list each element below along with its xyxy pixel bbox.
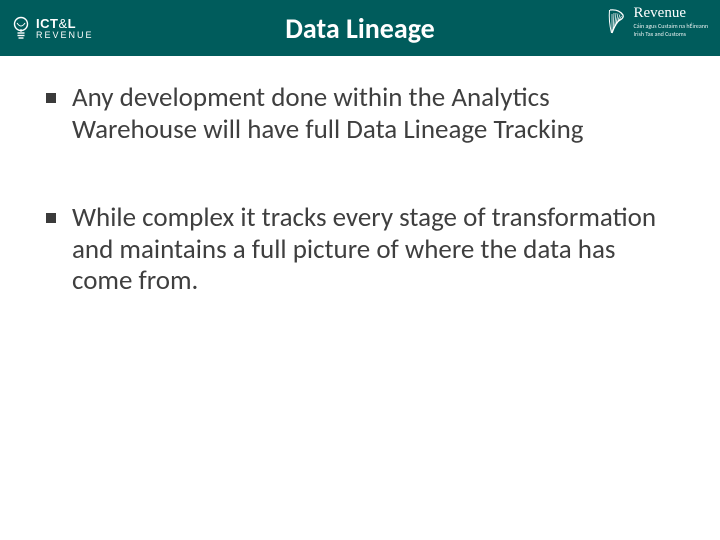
logo-right-text: Revenue Cáin agus Custaim na hÉireann Ir…: [634, 6, 709, 37]
list-item: Any development done within the Analytic…: [44, 82, 676, 146]
content-area: Any development done within the Analytic…: [0, 56, 720, 297]
bullet-list: Any development done within the Analytic…: [44, 82, 676, 297]
harp-icon: [606, 7, 626, 37]
header-bar: ICT&L REVENUE Data Lineage: [0, 0, 720, 56]
logo-right-sub2: Irish Tax and Customs: [634, 31, 709, 37]
logo-right-sub1: Cáin agus Custaim na hÉireann: [634, 23, 709, 29]
logo-right-main: Revenue: [634, 6, 709, 21]
list-item: While complex it tracks every stage of t…: [44, 202, 676, 298]
logo-right: Revenue Cáin agus Custaim na hÉireann Ir…: [606, 6, 709, 37]
slide: ICT&L REVENUE Data Lineage: [0, 0, 720, 540]
